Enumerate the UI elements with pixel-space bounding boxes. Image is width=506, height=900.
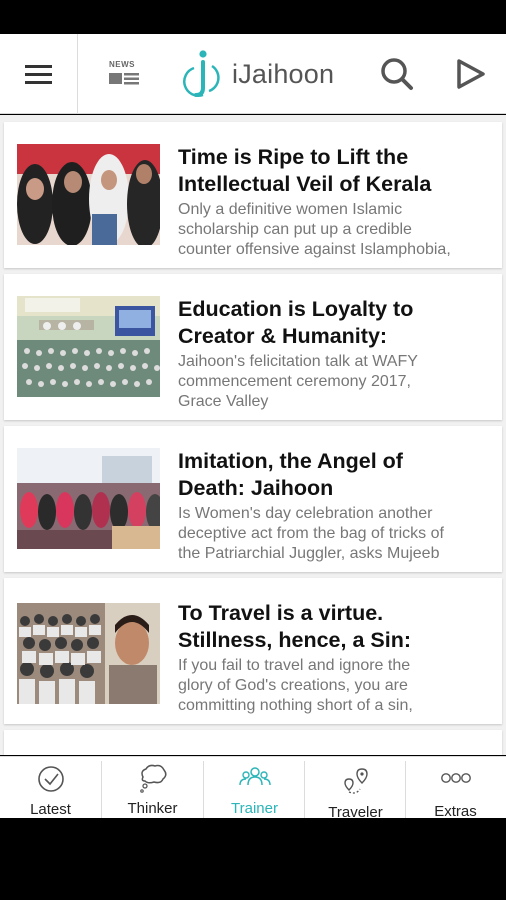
- tab-label: Latest: [30, 801, 71, 818]
- system-nav-bar: [0, 818, 506, 900]
- tab-thinker[interactable]: Thinker: [102, 757, 203, 819]
- hamburger-menu-icon: [24, 65, 52, 84]
- play-button[interactable]: [452, 56, 488, 92]
- article-title: Education is Loyalty to Creator & Humani…: [178, 297, 414, 348]
- article-summary: Is Women's day celebration another decep…: [178, 505, 444, 562]
- tab-traveler[interactable]: Traveler: [305, 757, 406, 821]
- map-pin-icon: [344, 768, 368, 794]
- article-title: To Travel is a virtue. Stillness, hence,…: [178, 601, 411, 652]
- article-card[interactable]: Education is Loyalty to Creator & Humani…: [4, 274, 502, 420]
- search-button[interactable]: [379, 56, 415, 92]
- menu-button[interactable]: [0, 34, 78, 114]
- more-dots-icon: [441, 773, 471, 783]
- article-thumbnail: [17, 603, 160, 704]
- news-button[interactable]: NEWS: [104, 60, 144, 90]
- article-summary: If you fail to travel and ignore the glo…: [178, 657, 413, 714]
- tab-extras[interactable]: Extras: [405, 757, 506, 820]
- article-card[interactable]: Imitation, the Angel of Death: Jaihoon I…: [4, 426, 502, 572]
- thought-bubble-icon: [140, 764, 167, 793]
- app-bar: NEWS iJaihoon: [0, 34, 506, 114]
- article-title: Time is Ripe to Lift the Intellectual Ve…: [178, 145, 432, 196]
- article-card[interactable]: Time is Ripe to Lift the Intellectual Ve…: [4, 122, 502, 268]
- article-summary: Jaihoon's felicitation talk at WAFY comm…: [178, 353, 418, 410]
- article-thumbnail: [17, 144, 160, 245]
- article-list: Time is Ripe to Lift the Intellectual Ve…: [0, 115, 506, 755]
- article-thumbnail: [17, 448, 160, 549]
- jaihoon-logo-icon: [183, 50, 220, 97]
- search-icon: [381, 58, 413, 90]
- article-summary: Only a definitive women Islamic scholars…: [178, 201, 451, 258]
- app-logo: iJaihoon: [182, 46, 362, 102]
- brand-name: iJaihoon: [232, 58, 335, 89]
- tab-label: Thinker: [127, 800, 178, 817]
- group-icon: [239, 767, 271, 786]
- play-icon: [457, 59, 485, 89]
- article-thumbnail: [17, 296, 160, 397]
- article-card[interactable]: To Travel is a virtue. Stillness, hence,…: [4, 578, 502, 724]
- newspaper-icon: [109, 73, 139, 85]
- article-card[interactable]: [4, 730, 502, 755]
- status-bar: [0, 0, 506, 34]
- tab-label: Trainer: [231, 800, 278, 817]
- clock-icon: [38, 766, 64, 792]
- tab-latest[interactable]: Latest: [0, 757, 101, 819]
- tab-trainer[interactable]: Trainer: [204, 757, 305, 819]
- bottom-tab-bar: Latest Thinker Trainer Traveler Extras: [0, 756, 506, 821]
- article-title: Imitation, the Angel of Death: Jaihoon: [178, 449, 403, 500]
